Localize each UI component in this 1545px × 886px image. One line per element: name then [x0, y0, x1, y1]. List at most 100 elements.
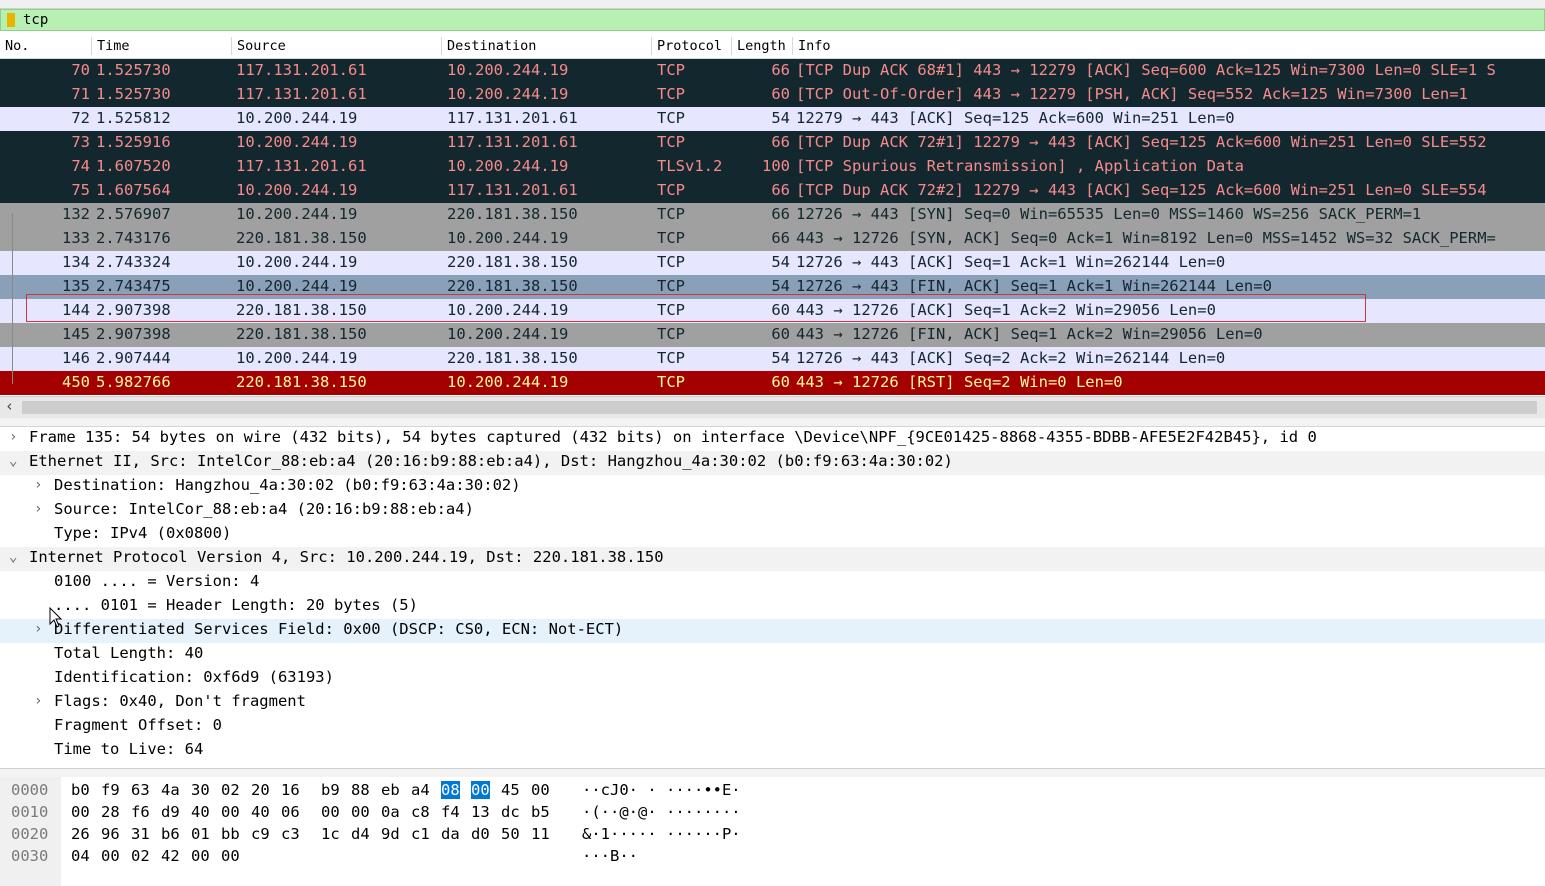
hex-byte[interactable]: 45	[501, 781, 520, 799]
hex-byte[interactable]: 30	[191, 781, 210, 799]
hex-byte[interactable]: 40	[191, 803, 210, 821]
hex-byte[interactable]: dc	[501, 803, 520, 821]
hex-byte[interactable]: c9	[251, 825, 270, 843]
hex-byte[interactable]: 4a	[161, 781, 180, 799]
hex-byte[interactable]: b6	[161, 825, 180, 843]
packet-row[interactable]: 134 2.743324 10.200.244.19 220.181.38.150 TC…	[0, 251, 1545, 275]
hex-byte[interactable]: 26	[71, 825, 90, 843]
hex-byte[interactable]: c3	[281, 825, 300, 843]
packet-row[interactable]: 144 2.907398 220.181.38.150 10.200.244.19 TC…	[0, 299, 1545, 323]
hex-byte[interactable]: bb	[221, 825, 240, 843]
detail-tree-item[interactable]: .... 0101 = Header Length: 20 bytes (5)	[0, 595, 1545, 619]
hex-byte[interactable]: 08	[441, 781, 460, 799]
packet-list-scrollbar[interactable]: ‹	[0, 396, 1545, 418]
column-destination[interactable]: Destination	[447, 38, 536, 54]
hex-byte[interactable]: d4	[351, 825, 370, 843]
hex-byte[interactable]: 20	[251, 781, 270, 799]
column-protocol[interactable]: Protocol	[657, 38, 722, 54]
hex-byte[interactable]: 63	[131, 781, 150, 799]
detail-tree-item[interactable]: Type: IPv4 (0x0800)	[0, 523, 1545, 547]
packet-row[interactable]: 145 2.907398 220.181.38.150 10.200.244.19 TC…	[0, 323, 1545, 347]
hex-byte[interactable]: b5	[531, 803, 550, 821]
packet-row[interactable]: 72 1.525812 10.200.244.19 117.131.201.61 TCP…	[0, 107, 1545, 131]
hex-byte[interactable]: 40	[251, 803, 270, 821]
detail-tree-item[interactable]: Fragment Offset: 0	[0, 715, 1545, 739]
hex-byte[interactable]: 50	[501, 825, 520, 843]
column-info[interactable]: Info	[798, 38, 831, 54]
packet-row[interactable]: 75 1.607564 10.200.244.19 117.131.201.61 TCP…	[0, 179, 1545, 203]
scroll-thumb[interactable]	[22, 401, 1537, 414]
hex-byte[interactable]: f4	[441, 803, 460, 821]
expanded-arrow-icon[interactable]: ⌄	[9, 549, 17, 565]
hex-byte[interactable]: b0	[71, 781, 90, 799]
hex-byte[interactable]: b9	[321, 781, 340, 799]
hex-byte[interactable]: d0	[471, 825, 490, 843]
hex-byte[interactable]: 28	[101, 803, 120, 821]
hex-byte[interactable]: c8	[411, 803, 430, 821]
hex-byte[interactable]: 42	[161, 847, 180, 865]
hex-byte[interactable]: 11	[531, 825, 550, 843]
packet-row[interactable]: 146 2.907444 10.200.244.19 220.181.38.150 TC…	[0, 347, 1545, 371]
hex-byte[interactable]: 02	[131, 847, 150, 865]
hex-byte[interactable]: 00	[531, 781, 550, 799]
detail-tree-item[interactable]: ⌄ Internet Protocol Version 4, Src: 10.20…	[0, 547, 1545, 571]
hex-byte[interactable]: 00	[71, 803, 90, 821]
pane-splitter[interactable]	[0, 418, 1545, 427]
hex-byte[interactable]: 00	[101, 847, 120, 865]
hex-byte[interactable]: 00	[471, 781, 490, 799]
hex-byte[interactable]: f6	[131, 803, 150, 821]
collapsed-arrow-icon[interactable]: ›	[9, 429, 17, 445]
column-no[interactable]: No.	[5, 38, 29, 54]
bookmark-icon[interactable]	[7, 13, 15, 27]
detail-tree-item[interactable]: › Destination: Hangzhou_4a:30:02 (b0:f9:6…	[0, 475, 1545, 499]
hex-byte[interactable]: 01	[191, 825, 210, 843]
column-source[interactable]: Source	[237, 38, 286, 54]
hex-ascii[interactable]: &·1····· ······P·	[582, 825, 741, 843]
detail-tree-item[interactable]: Time to Live: 64	[0, 739, 1545, 763]
display-filter-bar[interactable]: tcp	[0, 9, 1545, 31]
hex-byte[interactable]: f9	[101, 781, 120, 799]
scroll-left-icon[interactable]: ‹	[5, 397, 14, 415]
packet-row[interactable]: 74 1.607520 117.131.201.61 10.200.244.19 TLS…	[0, 155, 1545, 179]
packet-row[interactable]: 133 2.743176 220.181.38.150 10.200.244.19 TC…	[0, 227, 1545, 251]
hex-byte[interactable]: 16	[281, 781, 300, 799]
detail-tree-item[interactable]: Total Length: 40	[0, 643, 1545, 667]
hex-byte[interactable]: 1c	[321, 825, 340, 843]
hex-byte[interactable]: 0a	[381, 803, 400, 821]
hex-byte[interactable]: 00	[351, 803, 370, 821]
column-time[interactable]: Time	[97, 38, 130, 54]
detail-tree-item[interactable]: › Source: IntelCor_88:eb:a4 (20:16:b9:88:…	[0, 499, 1545, 523]
column-length[interactable]: Length	[737, 38, 786, 54]
hex-byte[interactable]: 13	[471, 803, 490, 821]
packet-row[interactable]: 73 1.525916 10.200.244.19 117.131.201.61 TCP…	[0, 131, 1545, 155]
hex-byte[interactable]: c1	[411, 825, 430, 843]
hex-byte[interactable]: 04	[71, 847, 90, 865]
packet-bytes-pane[interactable]: 0000 b0 f9 63 4a 30 02 20 16 b9 88 eb a4 08 00 45 00 ··cJ…	[0, 777, 1545, 886]
display-filter-input[interactable]: tcp	[23, 12, 48, 28]
packet-details-tree[interactable]: › Frame 135: 54 bytes on wire (432 bits),…	[0, 427, 1545, 767]
hex-byte[interactable]: a4	[411, 781, 430, 799]
detail-tree-item[interactable]: › Flags: 0x40, Don't fragment	[0, 691, 1545, 715]
hex-byte[interactable]: 00	[221, 847, 240, 865]
collapsed-arrow-icon[interactable]: ›	[34, 501, 42, 517]
packet-row[interactable]: 71 1.525730 117.131.201.61 10.200.244.19 TCP…	[0, 83, 1545, 107]
detail-tree-item[interactable]: › Differentiated Services Field: 0x00 (DS…	[0, 619, 1545, 643]
hex-byte[interactable]: 00	[321, 803, 340, 821]
packet-row[interactable]: 450 5.982766 220.181.38.150 10.200.244.19 TC…	[0, 371, 1545, 395]
packet-list[interactable]: 70 1.525730 117.131.201.61 10.200.244.19 TCP…	[0, 59, 1545, 395]
collapsed-arrow-icon[interactable]: ›	[34, 693, 42, 709]
hex-byte[interactable]: d9	[161, 803, 180, 821]
hex-byte[interactable]: 88	[351, 781, 370, 799]
packet-row[interactable]: 70 1.525730 117.131.201.61 10.200.244.19 TCP…	[0, 59, 1545, 83]
detail-tree-item[interactable]: › Frame 135: 54 bytes on wire (432 bits),…	[0, 427, 1545, 451]
hex-byte[interactable]: 06	[281, 803, 300, 821]
hex-byte[interactable]: 31	[131, 825, 150, 843]
detail-tree-item[interactable]: ⌄ Ethernet II, Src: IntelCor_88:eb:a4 (20…	[0, 451, 1545, 475]
hex-byte[interactable]: 96	[101, 825, 120, 843]
packet-row[interactable]: 132 2.576907 10.200.244.19 220.181.38.150 TC…	[0, 203, 1545, 227]
hex-byte[interactable]: da	[441, 825, 460, 843]
expanded-arrow-icon[interactable]: ⌄	[9, 453, 17, 469]
hex-ascii[interactable]: ·(··@·@· ········	[582, 803, 741, 821]
collapsed-arrow-icon[interactable]: ›	[34, 477, 42, 493]
hex-byte[interactable]: 00	[221, 803, 240, 821]
